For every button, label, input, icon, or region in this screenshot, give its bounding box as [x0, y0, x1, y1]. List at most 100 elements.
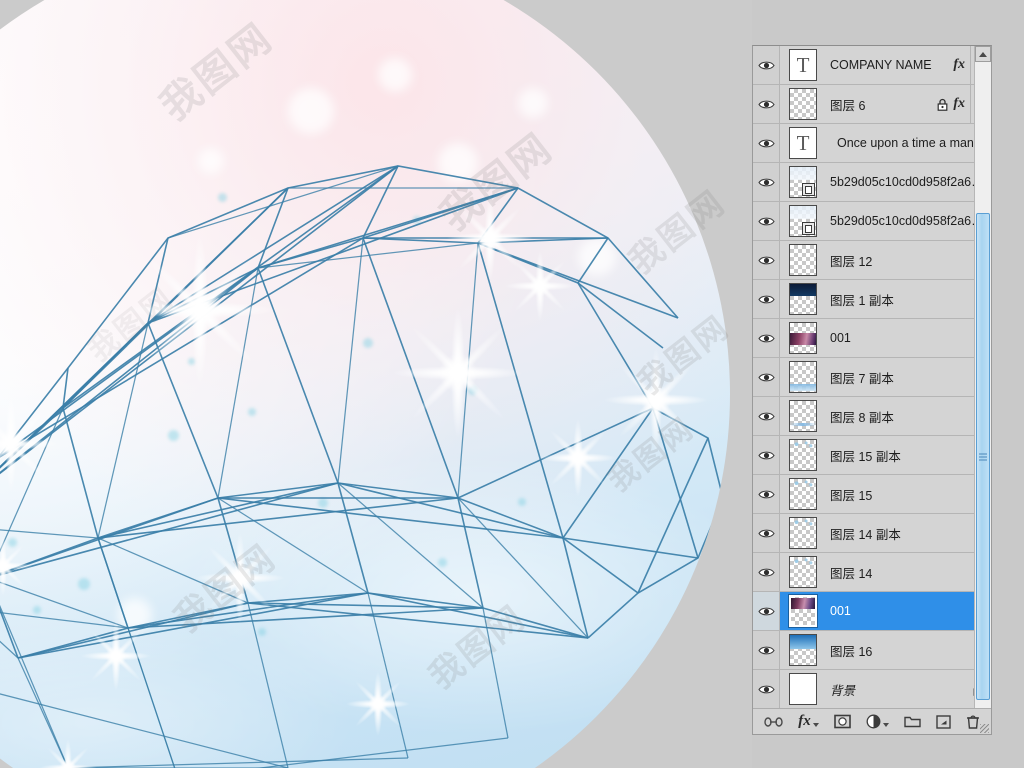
document-canvas[interactable]: 我图网 我图网 我图网 我图网 我图网 我图网 我图网 我图网: [0, 0, 752, 768]
eye-visibility-icon[interactable]: [757, 99, 775, 110]
layer-visibility-toggle[interactable]: [753, 553, 780, 591]
layer-name[interactable]: 图层 14: [821, 563, 990, 582]
eye-visibility-icon[interactable]: [757, 489, 775, 500]
layer-visibility-toggle[interactable]: [753, 631, 780, 669]
scrollbar-thumb[interactable]: [976, 212, 990, 701]
layer-thumbnail[interactable]: [785, 283, 821, 315]
layer-name[interactable]: 5b29d05c10cd0d958f2a6006…: [821, 214, 990, 228]
layer-mask-icon[interactable]: [833, 712, 851, 732]
new-layer-icon[interactable]: [936, 712, 951, 732]
eye-visibility-icon[interactable]: [757, 138, 775, 149]
eye-visibility-icon[interactable]: [757, 528, 775, 539]
eye-visibility-icon[interactable]: [757, 606, 775, 617]
layer-thumbnail[interactable]: [785, 244, 821, 276]
layer-thumbnail[interactable]: [785, 322, 821, 354]
layer-visibility-toggle[interactable]: [753, 436, 780, 474]
eye-visibility-icon[interactable]: [757, 294, 775, 305]
layer-effects-fx-icon[interactable]: fx: [953, 57, 965, 73]
layer-name[interactable]: 图层 7 副本: [821, 368, 990, 387]
layer-visibility-toggle[interactable]: [753, 475, 780, 513]
layer-row[interactable]: T Once upon a time a man c…: [753, 124, 990, 163]
layer-name[interactable]: 图层 12: [821, 251, 990, 270]
layer-name[interactable]: 001: [821, 604, 990, 618]
layer-visibility-toggle[interactable]: [753, 202, 780, 240]
layer-row[interactable]: 图层 8 副本: [753, 397, 990, 436]
layer-row[interactable]: 5b29d05c10cd0d958f2a6006…: [753, 202, 990, 241]
layer-row[interactable]: 图层 15: [753, 475, 990, 514]
layer-thumbnail[interactable]: [785, 673, 821, 705]
layer-visibility-toggle[interactable]: [753, 124, 780, 162]
scroll-up-button[interactable]: [975, 46, 991, 62]
layer-row[interactable]: 图层 12: [753, 241, 990, 280]
layer-list[interactable]: T COMPANY NAME fx 图层 6 fx T Once upon a time a…: [753, 46, 991, 708]
layer-name[interactable]: 图层 6: [821, 95, 937, 114]
eye-visibility-icon[interactable]: [757, 255, 775, 266]
layers-panel-toolbar[interactable]: fx: [753, 708, 991, 734]
delete-layer-icon[interactable]: [966, 712, 980, 732]
layer-name[interactable]: COMPANY NAME: [821, 58, 953, 72]
layer-visibility-toggle[interactable]: [753, 592, 780, 630]
layer-thumbnail[interactable]: [785, 594, 821, 628]
layer-row[interactable]: 背景: [753, 670, 990, 708]
layer-row[interactable]: 图层 15 副本: [753, 436, 990, 475]
eye-visibility-icon[interactable]: [757, 567, 775, 578]
layer-thumbnail[interactable]: [785, 166, 821, 198]
layer-name[interactable]: 背景: [821, 680, 973, 699]
layer-name[interactable]: 图层 8 副本: [821, 407, 990, 426]
eye-visibility-icon[interactable]: [757, 333, 775, 344]
layer-row[interactable]: 图层 14 副本: [753, 514, 990, 553]
layer-name[interactable]: 5b29d05c10cd0d958f2a6006…: [821, 175, 990, 189]
layer-thumbnail[interactable]: T: [785, 127, 821, 159]
new-group-icon[interactable]: [904, 712, 921, 732]
layer-visibility-toggle[interactable]: [753, 319, 780, 357]
layers-vertical-scrollbar[interactable]: [974, 46, 991, 734]
layer-name[interactable]: 图层 15: [821, 485, 990, 504]
layer-row[interactable]: 图层 7 副本: [753, 358, 990, 397]
layer-thumbnail[interactable]: T: [785, 49, 821, 81]
layer-row[interactable]: 图层 1 副本: [753, 280, 990, 319]
layers-panel[interactable]: T COMPANY NAME fx 图层 6 fx T Once upon a time a…: [752, 45, 992, 735]
layer-row[interactable]: 图层 16: [753, 631, 990, 670]
eye-visibility-icon[interactable]: [757, 372, 775, 383]
eye-visibility-icon[interactable]: [757, 645, 775, 656]
layer-thumbnail[interactable]: [785, 517, 821, 549]
layer-name[interactable]: 001: [821, 331, 990, 345]
layer-visibility-toggle[interactable]: [753, 670, 780, 708]
eye-visibility-icon[interactable]: [757, 216, 775, 227]
panel-resize-grip-icon[interactable]: [980, 724, 989, 733]
layer-thumbnail[interactable]: [785, 205, 821, 237]
eye-visibility-icon[interactable]: [757, 450, 775, 461]
scrollbar-track[interactable]: [975, 62, 991, 718]
layer-visibility-toggle[interactable]: [753, 514, 780, 552]
layer-visibility-toggle[interactable]: [753, 85, 780, 123]
layer-row[interactable]: 5b29d05c10cd0d958f2a6006…: [753, 163, 990, 202]
layer-visibility-toggle[interactable]: [753, 46, 780, 84]
link-layers-icon[interactable]: [764, 712, 783, 732]
layer-visibility-toggle[interactable]: [753, 397, 780, 435]
layer-name[interactable]: Once upon a time a man c…: [821, 136, 990, 150]
layer-effects-fx-icon[interactable]: fx: [953, 96, 965, 112]
layer-thumbnail[interactable]: [785, 556, 821, 588]
layer-visibility-toggle[interactable]: [753, 241, 780, 279]
eye-visibility-icon[interactable]: [757, 177, 775, 188]
layer-thumbnail[interactable]: [785, 361, 821, 393]
layer-thumbnail[interactable]: [785, 400, 821, 432]
layer-thumbnail[interactable]: [785, 88, 821, 120]
layer-visibility-toggle[interactable]: [753, 163, 780, 201]
layer-row[interactable]: 001: [753, 319, 990, 358]
layer-name[interactable]: 图层 14 副本: [821, 524, 990, 543]
layer-thumbnail[interactable]: [785, 439, 821, 471]
layer-name[interactable]: 图层 1 副本: [821, 290, 990, 309]
layer-row[interactable]: 图层 6 fx: [753, 85, 990, 124]
layer-name[interactable]: 图层 15 副本: [821, 446, 990, 465]
adjustment-layer-icon[interactable]: [866, 712, 889, 732]
layer-row-selected[interactable]: 001: [753, 592, 990, 631]
layer-thumbnail[interactable]: [785, 478, 821, 510]
eye-visibility-icon[interactable]: [757, 411, 775, 422]
eye-visibility-icon[interactable]: [757, 60, 775, 71]
layer-row[interactable]: T COMPANY NAME fx: [753, 46, 990, 85]
layer-name[interactable]: 图层 16: [821, 641, 990, 660]
layer-visibility-toggle[interactable]: [753, 280, 780, 318]
layer-visibility-toggle[interactable]: [753, 358, 780, 396]
layer-thumbnail[interactable]: [785, 634, 821, 666]
